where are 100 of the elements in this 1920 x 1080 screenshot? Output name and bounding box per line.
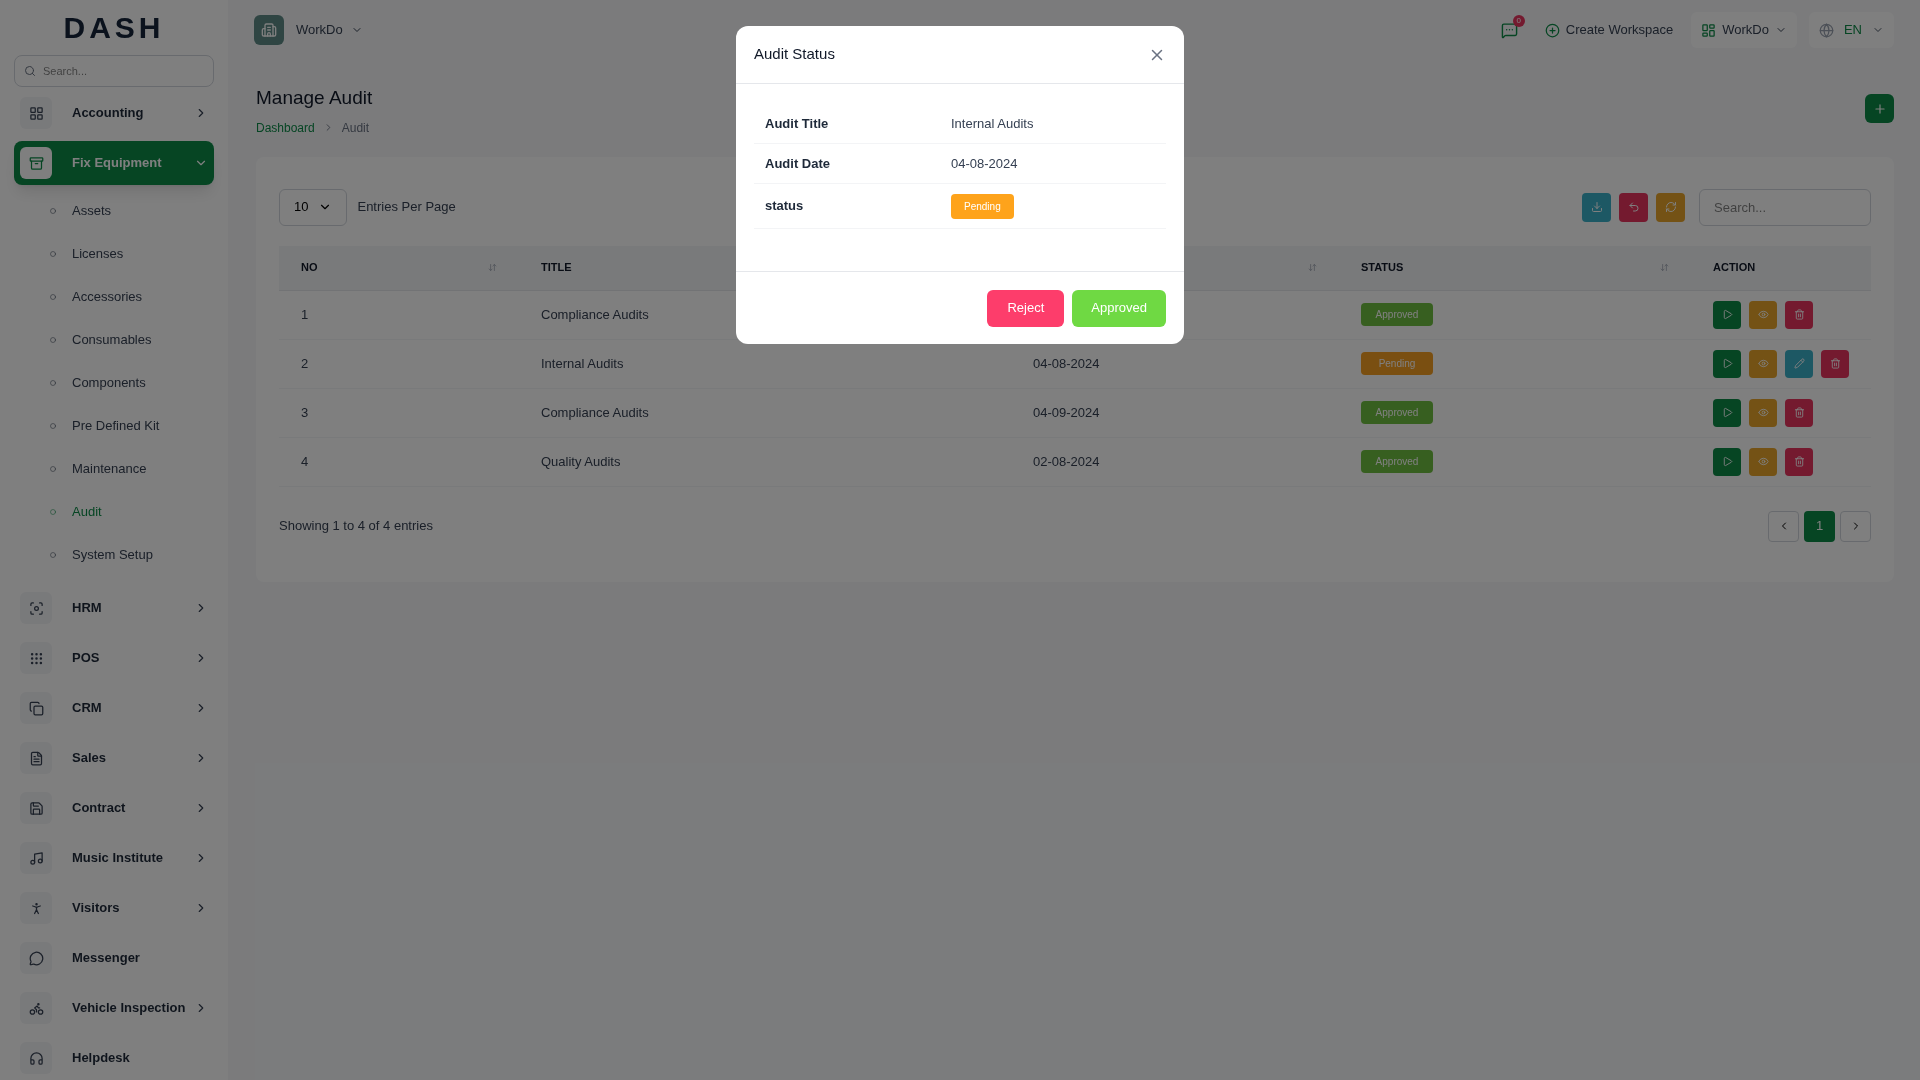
sidebar-item[interactable]: POS	[14, 636, 214, 680]
workspace-icon	[254, 15, 284, 45]
plus-icon	[1872, 101, 1887, 116]
submenu-item[interactable]: Accessories	[14, 275, 214, 318]
account-dropdown[interactable]: WorkDo	[1691, 12, 1797, 48]
status-badge: Approved	[1361, 401, 1433, 424]
view-button[interactable]	[1749, 349, 1777, 378]
field-value: Internal Audits	[951, 114, 1035, 133]
view-button[interactable]	[1749, 447, 1777, 476]
sidebar-label: CRM	[72, 699, 103, 718]
sidebar-label: Helpdesk	[72, 1049, 131, 1068]
sidebar-item[interactable]: Visitors	[14, 886, 214, 930]
delete-button[interactable]	[1785, 447, 1813, 476]
run-button[interactable]	[1713, 398, 1741, 427]
create-workspace-button[interactable]: Create Workspace	[1538, 12, 1680, 48]
sidebar-item[interactable]: Fix Equipment	[14, 141, 214, 185]
play-icon	[1721, 309, 1733, 320]
workspace-dropdown[interactable]: WorkDo	[296, 20, 363, 40]
module-icon	[20, 147, 52, 179]
delete-button[interactable]	[1785, 300, 1813, 329]
status-badge: Approved	[1361, 450, 1433, 473]
submenu-item[interactable]: Components	[14, 361, 214, 404]
run-button[interactable]	[1713, 447, 1741, 476]
sidebar-label: Fix Equipment	[72, 154, 163, 173]
module-icon	[20, 992, 52, 1024]
table-cell-text: 4	[300, 452, 310, 471]
module-icon	[20, 592, 52, 624]
sidebar-item[interactable]: Music Institute	[14, 836, 214, 880]
module-icon	[20, 1042, 52, 1074]
refresh-button[interactable]	[1656, 192, 1685, 222]
submenu-item[interactable]: Licenses	[14, 232, 214, 275]
table-cell: 02-08-2024	[1033, 453, 1100, 469]
bullet-icon	[50, 207, 56, 214]
module-icon	[20, 942, 52, 974]
eye-icon	[1757, 407, 1769, 418]
sidebar-item[interactable]: Contract	[14, 786, 214, 830]
trash-icon	[1829, 358, 1841, 369]
bullet-icon	[50, 336, 56, 343]
submenu-item[interactable]: Pre Defined Kit	[14, 404, 214, 447]
entries-summary: Showing 1 to 4 of 4 entries	[279, 517, 433, 536]
sort-icon[interactable]	[1308, 263, 1317, 272]
bullet-icon	[50, 379, 56, 386]
module-icon	[20, 842, 52, 874]
breadcrumb-link[interactable]: Audit	[341, 118, 370, 137]
sidebar-item[interactable]: Helpdesk	[14, 1036, 214, 1080]
bullet-icon	[50, 293, 56, 300]
submenu-item[interactable]: System Setup	[14, 533, 214, 576]
sidebar-item[interactable]: HRM	[14, 586, 214, 630]
undo-button[interactable]	[1619, 192, 1648, 222]
chat-icon	[1501, 21, 1519, 39]
bullet-icon	[50, 551, 56, 558]
play-icon	[1721, 358, 1733, 369]
table-cell-text: Internal Audits	[540, 354, 625, 373]
table-search-field[interactable]: Search...	[1699, 188, 1871, 226]
run-button[interactable]	[1713, 300, 1741, 329]
submenu-item[interactable]: Consumables	[14, 318, 214, 361]
submenu-item[interactable]: Maintenance	[14, 447, 214, 490]
sidebar-label: Visitors	[72, 899, 121, 918]
table-cell-text: 1	[300, 305, 310, 324]
table-cell-text: Quality Audits	[540, 452, 622, 471]
run-button[interactable]	[1713, 349, 1741, 378]
add-button[interactable]	[1865, 94, 1894, 123]
submenu-item[interactable]: Audit	[14, 490, 214, 533]
sidebar-item[interactable]: Vehicle Inspection	[14, 986, 214, 1030]
messages-button[interactable]: 0	[1492, 13, 1527, 47]
next-page-button[interactable]	[1840, 510, 1871, 542]
delete-button[interactable]	[1785, 398, 1813, 427]
sidebar-item[interactable]: Accounting	[14, 91, 214, 135]
eye-icon	[1757, 358, 1769, 369]
trash-icon	[1793, 456, 1805, 467]
delete-button[interactable]	[1821, 349, 1849, 378]
module-icon	[20, 692, 52, 724]
sidebar-item[interactable]: Sales	[14, 736, 214, 780]
view-button[interactable]	[1749, 398, 1777, 427]
edit-button[interactable]	[1785, 349, 1813, 378]
column-header: TITLE	[541, 260, 572, 276]
play-icon	[1721, 407, 1733, 418]
search-field[interactable]: Search...	[14, 55, 214, 87]
language-dropdown[interactable]: EN	[1808, 12, 1894, 48]
previous-page-button[interactable]	[1768, 510, 1799, 542]
globe-icon	[1818, 22, 1834, 38]
logo: DASH	[63, 10, 165, 46]
table-cell-text: 3	[300, 403, 310, 422]
eye-icon	[1757, 309, 1769, 320]
page-button[interactable]: 1	[1804, 510, 1835, 542]
page-size-select[interactable]: 10	[279, 188, 348, 226]
reject-button[interactable]: Reject	[987, 289, 1065, 327]
download-button[interactable]	[1582, 192, 1611, 222]
sort-icon[interactable]	[1660, 263, 1669, 272]
trash-icon	[1793, 309, 1805, 320]
eye-icon	[1757, 456, 1769, 467]
view-button[interactable]	[1749, 300, 1777, 329]
field-label: Audit Title	[765, 114, 830, 133]
field-value: 04-08-2024	[951, 154, 1019, 173]
sidebar-item[interactable]: Messenger	[14, 936, 214, 980]
sidebar-item[interactable]: CRM	[14, 686, 214, 730]
sidebar-label: Contract	[72, 799, 127, 818]
submenu-item[interactable]: Assets	[14, 189, 214, 232]
breadcrumb-link[interactable]: Dashboard	[256, 118, 315, 137]
sort-icon[interactable]	[488, 263, 497, 272]
